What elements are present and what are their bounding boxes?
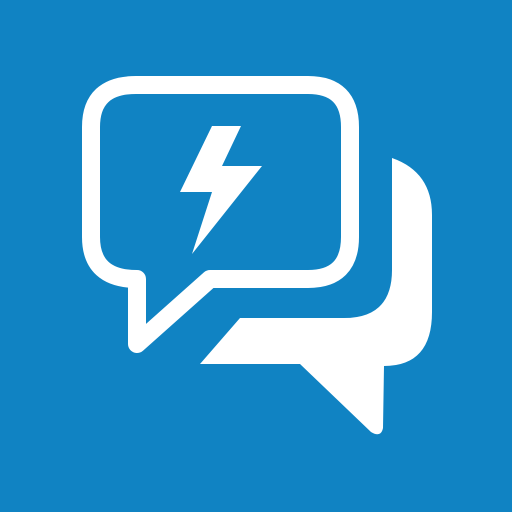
chat-bubbles-lightning-icon xyxy=(0,0,512,512)
app-icon xyxy=(0,0,512,512)
